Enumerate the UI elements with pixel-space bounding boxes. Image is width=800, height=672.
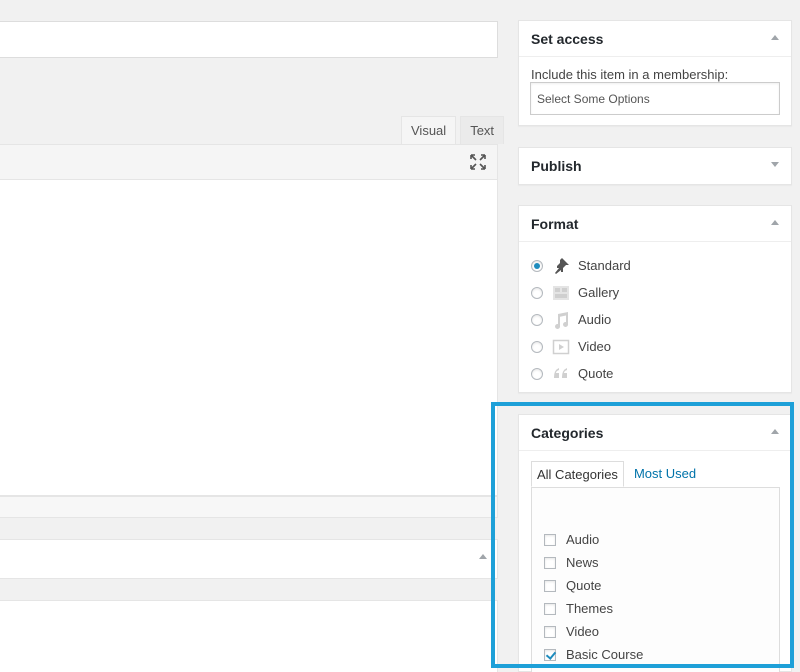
category-label: Audio: [566, 532, 600, 547]
tab-text[interactable]: Text: [460, 116, 505, 144]
format-option-video[interactable]: Video: [531, 333, 631, 360]
format-label: Standard: [578, 258, 631, 273]
tab-all-categories[interactable]: All Categories: [531, 461, 624, 487]
membership-select[interactable]: Select Some Options: [530, 82, 780, 115]
gallery-icon: [551, 283, 571, 303]
list-item[interactable]: Themes: [544, 597, 643, 620]
format-radio[interactable]: [531, 340, 543, 353]
collapse-arrow-icon[interactable]: [771, 35, 779, 40]
category-checkbox[interactable]: [544, 602, 556, 615]
quote-icon: [551, 364, 571, 384]
editor-tabs: Visual Text: [397, 116, 505, 144]
categories-tabs: All Categories Most Used: [531, 461, 701, 487]
list-item[interactable]: Audio: [544, 528, 643, 551]
lower-meta-box-2: [0, 600, 498, 672]
format-title: Format: [531, 216, 579, 232]
video-icon: [551, 337, 571, 357]
format-radio[interactable]: [531, 367, 543, 380]
category-label: News: [566, 555, 599, 570]
categories-title: Categories: [531, 425, 604, 441]
format-radio[interactable]: [531, 313, 543, 326]
tab-most-used[interactable]: Most Used: [629, 461, 701, 487]
format-label: Gallery: [578, 285, 620, 300]
category-checkbox[interactable]: [544, 579, 556, 592]
category-checkbox[interactable]: [544, 556, 556, 569]
category-checkbox[interactable]: [544, 625, 556, 638]
categories-list: Audio News Quote Themes Video Basic Cour…: [544, 528, 643, 666]
format-option-gallery[interactable]: Gallery: [531, 279, 631, 306]
list-item[interactable]: Quote: [544, 574, 643, 597]
format-options: Standard Gallery Audio Video Quote: [531, 252, 631, 387]
categories-header[interactable]: Categories: [519, 415, 791, 451]
format-header[interactable]: Format: [519, 206, 791, 242]
category-label: Basic Course: [566, 647, 644, 662]
collapse-arrow-icon[interactable]: [479, 554, 487, 559]
categories-panel: Audio News Quote Themes Video Basic Cour…: [531, 487, 780, 672]
set-access-header[interactable]: Set access: [519, 21, 791, 57]
list-item[interactable]: Video: [544, 620, 643, 643]
category-checkbox[interactable]: [544, 533, 556, 546]
categories-box: Categories All Categories Most Used Audi…: [518, 414, 792, 672]
editor-status-bar: [0, 496, 498, 518]
format-label: Video: [578, 339, 612, 354]
format-radio[interactable]: [531, 259, 543, 272]
format-box: Format Standard Gallery Audio Video Quot…: [518, 205, 792, 393]
category-label: Video: [566, 624, 600, 639]
post-title-input[interactable]: [0, 21, 498, 58]
format-label: Audio: [578, 312, 612, 327]
set-access-box: Set access Include this item in a member…: [518, 20, 792, 126]
membership-label: Include this item in a membership:: [531, 67, 729, 82]
format-label: Quote: [578, 366, 614, 381]
set-access-title: Set access: [531, 31, 604, 47]
format-option-audio[interactable]: Audio: [531, 306, 631, 333]
editor-content-area[interactable]: [0, 180, 498, 496]
editor-toolbar: [0, 144, 498, 180]
category-label: Themes: [566, 601, 613, 616]
fullscreen-icon[interactable]: [469, 153, 487, 171]
pin-icon: [551, 256, 571, 276]
lower-meta-box: [0, 539, 498, 579]
format-radio[interactable]: [531, 286, 543, 299]
list-item[interactable]: News: [544, 551, 643, 574]
publish-title: Publish: [531, 158, 582, 174]
expand-arrow-icon[interactable]: [771, 162, 779, 167]
tab-visual[interactable]: Visual: [401, 116, 457, 144]
format-option-quote[interactable]: Quote: [531, 360, 631, 387]
list-item[interactable]: Basic Course: [544, 643, 643, 666]
format-option-standard[interactable]: Standard: [531, 252, 631, 279]
category-checkbox[interactable]: [544, 648, 556, 661]
category-label: Quote: [566, 578, 602, 593]
publish-header[interactable]: Publish: [519, 148, 791, 184]
collapse-arrow-icon[interactable]: [771, 429, 779, 434]
music-note-icon: [551, 310, 571, 330]
collapse-arrow-icon[interactable]: [771, 220, 779, 225]
publish-box: Publish: [518, 147, 792, 185]
